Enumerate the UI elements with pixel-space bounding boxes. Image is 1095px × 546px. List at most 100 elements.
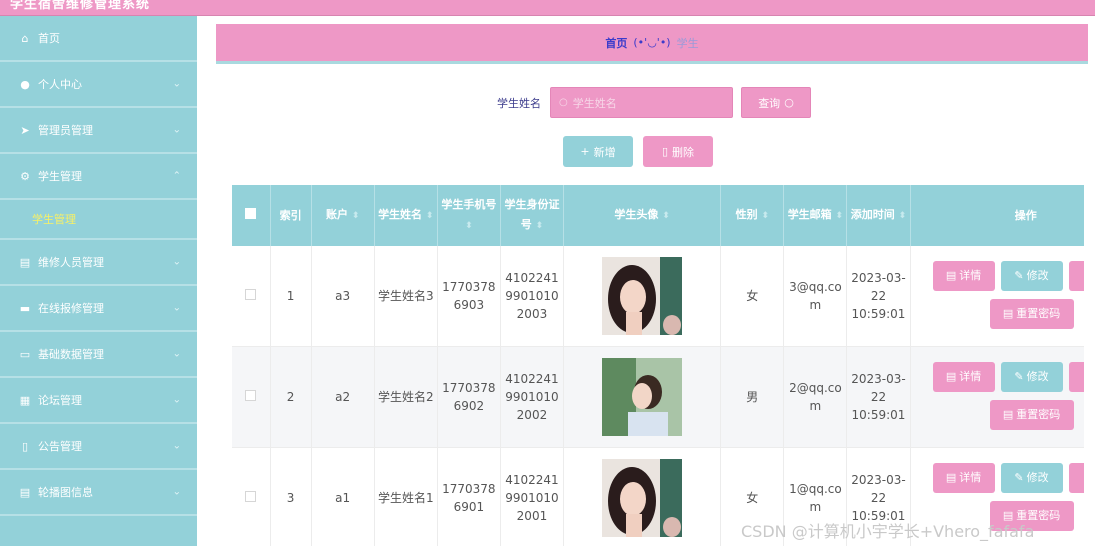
cell-time: 2023-03-22 10:59:01 (846, 346, 911, 448)
cell-account: a3 (311, 246, 375, 347)
breadcrumb-home[interactable]: 首页 (605, 35, 627, 51)
reset-password-button[interactable]: ▤ 重置密码 (989, 299, 1074, 329)
cell-ops: ▤详情 ✎修改 ▯删除 ▤重置密码 (910, 346, 1084, 448)
chevron-down-icon: ⌄ (172, 486, 181, 498)
pencil-icon: ✎ (1014, 370, 1024, 383)
plus-icon: + (580, 145, 590, 158)
user-icon: ● (20, 77, 30, 91)
sidebar-item-notices[interactable]: ▯ 公告管理 ⌄ (0, 424, 197, 470)
cell-time: 2023-03-22 10:59:01 (846, 246, 911, 347)
cell-id-card: 410224199010102002 (500, 346, 565, 448)
row-checkbox[interactable] (245, 289, 257, 300)
doc-icon: ▤ (19, 485, 31, 499)
col-header-account[interactable]: 账户 ⬍ (311, 185, 375, 246)
send-icon: ➤ (20, 123, 30, 137)
edit-label: 修改 (1026, 471, 1049, 484)
col-header-email[interactable]: 学生邮箱 ⬍ (783, 185, 848, 246)
search-icon: ○ (784, 96, 794, 109)
cell-account: a1 (311, 447, 375, 546)
sidebar-item-home[interactable]: ⌂ 首页 (0, 16, 197, 62)
cell-id-card: 410224199010102003 (500, 246, 565, 347)
sidebar-item-label: 维修人员管理 (38, 256, 104, 269)
search-label: 学生姓名 (497, 96, 541, 110)
col-header-time[interactable]: 添加时间 ⬍ (846, 185, 911, 246)
detail-button[interactable]: ▤ 详情 (932, 463, 995, 493)
sidebar-item-label: 首页 (38, 32, 60, 45)
student-table: 索引 账户 ⬍ 学生姓名 ⬍ 学生手机号 ⬍ 学生身份证号 ⬍ 学生头像 ⬍ 性… (232, 185, 1084, 546)
add-button[interactable]: + 新增 (563, 136, 633, 167)
student-avatar[interactable] (602, 257, 683, 335)
sidebar-item-forum[interactable]: ▦ 论坛管理 ⌄ (0, 378, 197, 424)
cell-email: 2@qq.com (783, 346, 848, 448)
detail-label: 详情 (959, 471, 982, 484)
search-button-label: 查询 (758, 96, 781, 110)
sidebar-item-label: 论坛管理 (38, 394, 82, 407)
chevron-down-icon: ⌄ (172, 394, 181, 406)
edit-button[interactable]: ✎ 修改 (1000, 362, 1063, 392)
detail-label: 详情 (959, 370, 982, 383)
submenu-item-students[interactable]: 学生管理 (0, 200, 197, 240)
col-header-phone[interactable]: 学生手机号 ⬍ (437, 185, 501, 246)
student-avatar[interactable] (602, 358, 683, 436)
sort-icon: ⬍ (425, 211, 434, 221)
chat-icon: ▬ (19, 301, 31, 315)
edit-button[interactable]: ✎ 修改 (1000, 463, 1063, 493)
trash-icon: ▯ (661, 145, 669, 158)
sidebar-item-repair-requests[interactable]: ▬ 在线报修管理 ⌄ (0, 286, 197, 332)
grid-icon: ▦ (19, 393, 31, 407)
app-title: 学生宿舍维修管理系统 (10, 0, 151, 12)
col-header-name[interactable]: 学生姓名 ⬍ (374, 185, 438, 246)
detail-label: 详情 (959, 269, 982, 282)
pencil-icon: ✎ (1014, 269, 1024, 282)
row-delete-button[interactable]: ▯删除 (1068, 362, 1084, 392)
search-input[interactable]: ○ 学生姓名 (550, 87, 733, 118)
col-header-id-card[interactable]: 学生身份证号 ⬍ (500, 185, 565, 246)
sidebar-item-students[interactable]: ⚙ 学生管理 ⌃ (0, 154, 197, 200)
row-delete-button[interactable]: ▯删除 (1068, 261, 1084, 291)
cell-avatar (563, 346, 722, 448)
sidebar-item-carousel[interactable]: ▤ 轮播图信息 ⌄ (0, 470, 197, 516)
sort-icon: ⬍ (662, 211, 670, 221)
mic-icon: ▯ (21, 439, 29, 453)
sidebar-item-label: 轮播图信息 (38, 486, 93, 499)
reset-password-button[interactable]: ▤ 重置密码 (989, 400, 1074, 430)
chevron-down-icon: ⌄ (172, 124, 181, 136)
cell-email: 3@qq.com (783, 246, 848, 347)
sidebar-item-profile[interactable]: ● 个人中心 ⌄ (0, 62, 197, 108)
reset-label: 重置密码 (1016, 408, 1061, 421)
chevron-down-icon: ⌄ (172, 440, 181, 452)
col-header-index: 索引 (270, 185, 312, 246)
doc-icon: ▤ (945, 471, 957, 484)
row-checkbox[interactable] (245, 491, 257, 502)
col-header-label: 学生手机号 (441, 198, 497, 211)
search-bar: 学生姓名 ○ 学生姓名 查询 ○ (497, 87, 811, 118)
col-header-avatar[interactable]: 学生头像 ⬍ (563, 185, 722, 246)
sort-icon: ⬍ (351, 211, 360, 221)
sidebar-item-repairers[interactable]: ▤ 维修人员管理 ⌄ (0, 240, 197, 286)
edit-label: 修改 (1026, 269, 1049, 282)
doc-icon: ▤ (1002, 307, 1014, 320)
home-icon: ⌂ (21, 31, 29, 45)
detail-button[interactable]: ▤ 详情 (932, 362, 995, 392)
detail-button[interactable]: ▤ 详情 (932, 261, 995, 291)
cell-index: 1 (270, 246, 312, 347)
search-button[interactable]: 查询 ○ (741, 87, 811, 118)
select-all-checkbox[interactable] (232, 185, 271, 246)
student-avatar[interactable] (602, 459, 683, 537)
chevron-down-icon: ⌄ (172, 256, 181, 268)
cell-index: 2 (270, 346, 312, 448)
edit-button[interactable]: ✎ 修改 (1000, 261, 1063, 291)
row-delete-button[interactable]: ▯删除 (1068, 463, 1084, 493)
table-row: 1 a3 学生姓名3 17703786903 41022419901010200… (232, 246, 1084, 347)
cell-phone: 17703786902 (437, 346, 501, 448)
cell-name: 学生姓名1 (374, 447, 438, 546)
sidebar-item-label: 管理员管理 (38, 124, 93, 137)
row-checkbox[interactable] (245, 390, 257, 401)
col-header-gender[interactable]: 性别 ⬍ (720, 185, 785, 246)
sidebar-item-label: 学生管理 (38, 170, 82, 183)
delete-button[interactable]: ▯ 删除 (643, 136, 713, 167)
chevron-down-icon: ⌄ (172, 78, 181, 90)
sidebar-item-admin[interactable]: ➤ 管理员管理 ⌄ (0, 108, 197, 154)
sidebar-item-base-data[interactable]: ▭ 基础数据管理 ⌄ (0, 332, 197, 378)
col-header-label: 性别 (735, 208, 758, 221)
